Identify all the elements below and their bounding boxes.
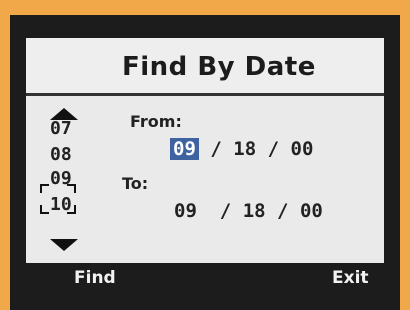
soft-key-bar: Find Exit: [10, 268, 400, 292]
spinner-value: 10: [50, 194, 72, 215]
to-date: 09 / 18 / 00: [174, 200, 323, 222]
to-month-field[interactable]: 09: [174, 200, 197, 222]
spinner-selected-value: 09: [50, 168, 72, 189]
date-separator: /: [267, 138, 280, 160]
find-button[interactable]: Find: [74, 268, 116, 288]
lcd-screen: Find By Date 07 08 09 10 From: 09 / 18 /…: [26, 38, 384, 263]
to-year-field[interactable]: 00: [300, 200, 323, 222]
title-bar: Find By Date: [26, 38, 384, 96]
page-title: Find By Date: [122, 52, 316, 82]
from-year-field[interactable]: 00: [291, 138, 314, 160]
spinner-value: 07: [50, 118, 72, 139]
date-value-spinner[interactable]: 07 08 09 10: [26, 96, 96, 263]
from-day-field[interactable]: 18: [233, 138, 256, 160]
from-date: 09 / 18 / 00: [170, 138, 313, 160]
exit-button[interactable]: Exit: [332, 268, 369, 288]
to-day-field[interactable]: 18: [243, 200, 266, 222]
date-separator: /: [219, 200, 232, 222]
date-separator: /: [210, 138, 222, 160]
date-separator: /: [277, 200, 289, 222]
from-month-field[interactable]: 09: [170, 138, 199, 160]
arrow-down-icon[interactable]: [50, 239, 78, 251]
spinner-value: 08: [50, 144, 72, 165]
from-label: From:: [130, 112, 182, 131]
to-label: To:: [122, 174, 149, 193]
